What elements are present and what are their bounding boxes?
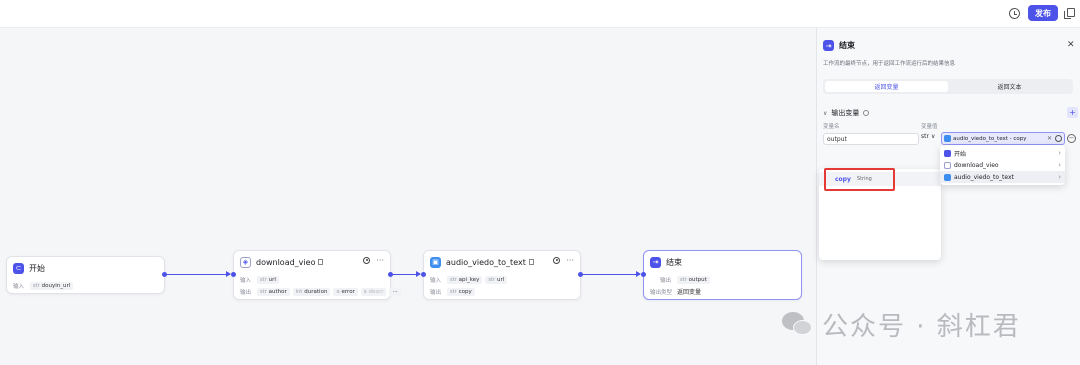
clear-icon[interactable]: ✕ [1047,135,1052,142]
input-port[interactable] [421,272,426,277]
variable-type-select[interactable]: str ∨ [921,133,935,140]
dropdown-item-start[interactable]: 开始 › [940,147,1065,159]
column-variable-name: 变量名 [823,124,840,130]
add-variable-button[interactable]: + [1067,107,1078,118]
more-tags[interactable]: ··· [389,287,401,296]
input-label: 输入 [13,283,25,290]
variable-tag: str api_key [447,275,483,284]
node-title: download_vieo [256,257,316,267]
start-node[interactable]: ⊂ 开始 输入 str douyin_url [6,256,165,294]
variable-tag: str url [257,275,279,284]
section-title: 输出变量 [831,109,860,117]
dropdown-item-audio-viedo-to-text[interactable]: audio_viedo_to_text › [940,171,1065,183]
input-port[interactable] [231,272,236,277]
variable-tag: o error [333,287,358,296]
output-variables-section[interactable]: ∨ 输出变量 [823,108,870,118]
edge [167,270,231,278]
output-type-label: 输出类型 [650,289,673,296]
watermark-text: 公众号 · 斜杠君 [822,312,1021,342]
copy-icon[interactable] [1064,8,1075,19]
audio-viedo-to-text-node[interactable]: ▣ audio_viedo_to_text ··· 输入 str api_key … [423,250,581,300]
edge [583,270,641,278]
history-icon[interactable] [1009,8,1020,19]
dropdown-item-download-vieo[interactable]: download_vieo › [940,159,1065,171]
variable-dropdown: 开始 › download_vieo › audio_viedo_to_text… [940,145,1065,185]
plugin-icon [944,135,951,142]
variable-tag: str url [485,275,508,284]
doc-icon [318,259,324,265]
plugin-icon: ◈ [240,256,251,268]
node-title: audio_viedo_to_text [446,257,526,267]
end-node[interactable]: ⇥ 结束 输出 str output 输出类型 返回变量 [643,250,802,300]
close-icon[interactable]: ✕ [1067,40,1075,50]
variable-tag: s descr [360,287,387,296]
tab-return-text[interactable]: 返回文本 [948,81,1071,92]
value-text: audio_viedo_to_text - copy [953,135,1027,142]
info-icon[interactable] [863,110,870,116]
panel-title: 结束 [839,41,855,50]
plugin-icon: ▣ [430,256,441,268]
plugin-icon [944,173,951,181]
highlight-box [824,168,895,191]
output-label: 输出 [660,277,672,284]
more-icon[interactable]: ··· [566,256,574,264]
publish-button[interactable]: 发布 [1028,5,1058,21]
variable-tag: str douyin_url [30,281,74,290]
start-icon [944,149,951,157]
return-mode-tabs: 返回变量 返回文本 [823,79,1073,94]
node-title: 结束 [666,257,682,267]
chevron-right-icon: › [1058,173,1061,181]
column-variable-value: 变量值 [921,124,938,130]
panel-description: 工作流的最终节点，用于返回工作流运行后的结果信息 [823,61,956,67]
wechat-icon [782,311,814,338]
end-icon: ⇥ [650,256,661,268]
variable-tag: str output [677,275,710,284]
download-vieo-node[interactable]: ◈ download_vieo ··· 输入 str url 输出 str auth… [233,250,401,300]
chevron-right-icon: › [1058,161,1061,169]
input-label: 输入 [430,277,442,284]
input-label: 输入 [240,277,252,284]
start-icon: ⊂ [13,262,24,274]
watermark: 公众号 · 斜杠君 [782,306,1021,343]
chevron-right-icon: › [1058,149,1061,157]
variable-tag: int duration [292,287,331,296]
top-toolbar: 发布 [0,0,1080,28]
output-type-value: 返回变量 [677,289,702,296]
variable-tag: str copy [447,287,475,296]
more-icon[interactable]: ··· [376,256,384,264]
input-port[interactable] [641,272,646,277]
variable-tag: str author [257,287,290,296]
variable-value-select[interactable]: audio_viedo_to_text - copy ✕ [941,132,1065,145]
node-title: 开始 [29,263,45,273]
remove-variable-icon[interactable]: − [1067,134,1076,143]
variable-name-input[interactable]: output [823,133,919,145]
output-label: 输出 [240,289,252,296]
plugin-icon [944,161,951,169]
output-label: 输出 [430,289,442,296]
doc-icon [528,259,534,265]
tab-return-variable[interactable]: 返回变量 [825,81,948,92]
run-icon[interactable] [363,257,371,264]
edge [393,270,421,278]
reference-icon[interactable] [1055,135,1062,142]
end-icon: ⇥ [823,40,834,51]
chevron-down-icon[interactable]: ∨ [823,110,827,117]
workflow-canvas[interactable]: ⊂ 开始 输入 str douyin_url ◈ download_vieo ··… [0,28,816,365]
run-icon[interactable] [553,257,561,264]
